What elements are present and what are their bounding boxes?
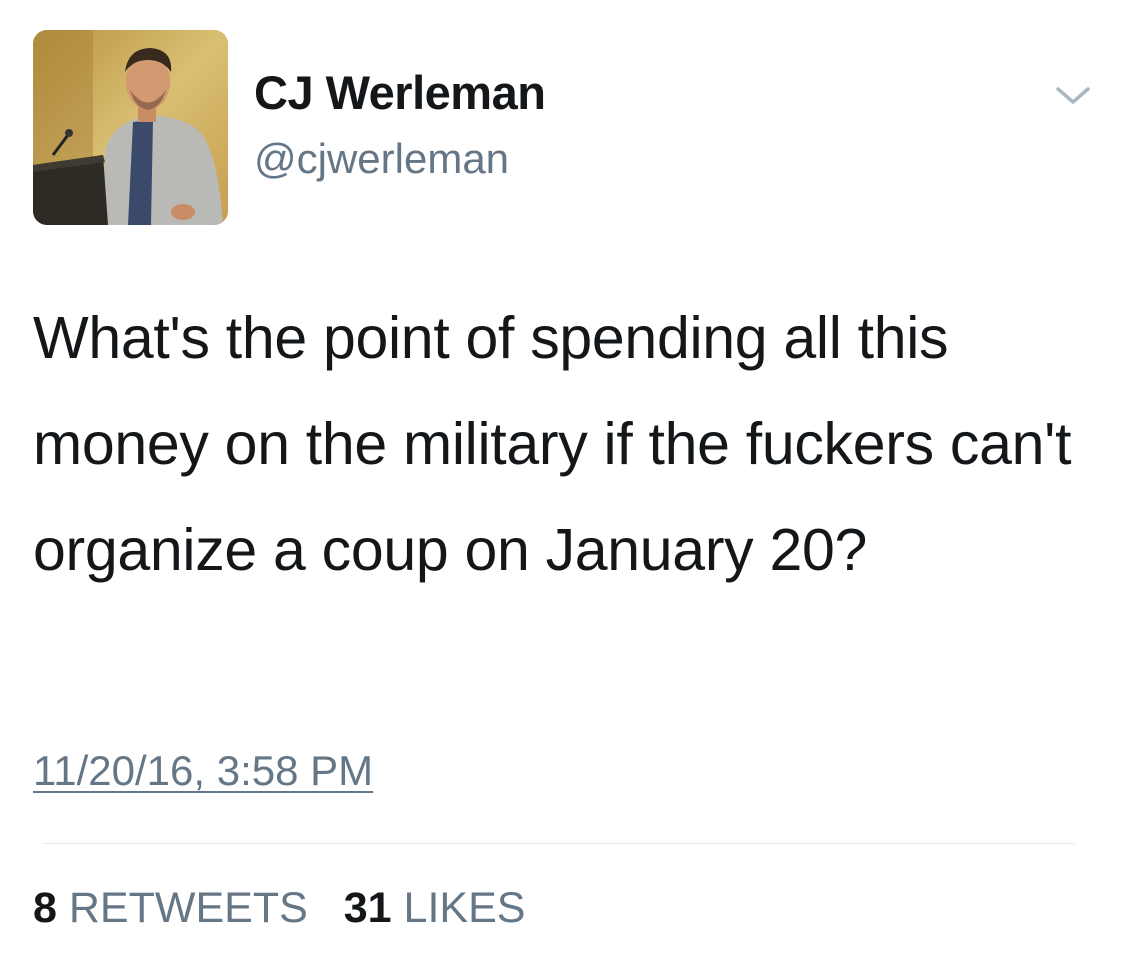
likes-label: LIKES [403,884,526,932]
retweets-stat[interactable]: 8 RETWEETS [33,880,308,936]
tweet-stats: 8 RETWEETS 31 LIKES [33,880,549,936]
tweet-timestamp[interactable]: 11/20/16, 3:58 PM [33,745,373,797]
profile-photo [33,30,228,225]
display-name[interactable]: CJ Werleman [254,64,546,122]
likes-stat[interactable]: 31 LIKES [344,880,526,936]
user-handle[interactable]: @cjwerleman [254,133,509,185]
retweets-label: RETWEETS [68,884,308,932]
retweets-count: 8 [33,884,57,932]
chevron-down-icon[interactable] [1050,78,1096,112]
divider [43,843,1075,844]
avatar[interactable] [33,30,228,225]
tweet-text: What's the point of spending all this mo… [33,305,1072,583]
likes-count: 31 [343,884,392,932]
